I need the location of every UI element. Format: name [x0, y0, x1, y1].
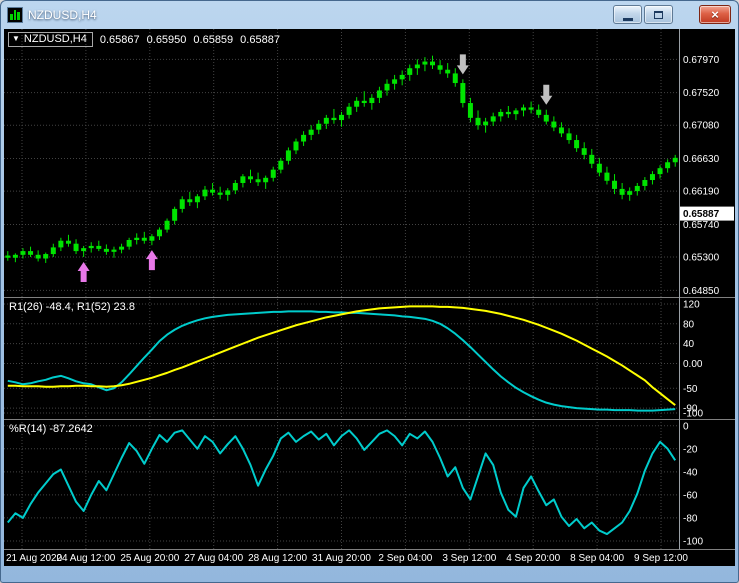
svg-text:-40: -40 [683, 467, 698, 478]
svg-text:0.65887: 0.65887 [683, 209, 720, 220]
minimize-icon [622, 17, 633, 21]
svg-text:0.66190: 0.66190 [683, 187, 720, 198]
price-chart-canvas[interactable]: 0.67970 0.67520 0.67080 0.66630 0.66190 0.657… [4, 29, 735, 566]
svg-text:120: 120 [683, 299, 700, 310]
close-icon: × [711, 7, 719, 22]
svg-text:2 Sep 04:00: 2 Sep 04:00 [378, 553, 432, 564]
svg-text:-60: -60 [683, 490, 698, 501]
svg-text:-50: -50 [683, 384, 698, 395]
svg-text:0.65740: 0.65740 [683, 220, 720, 231]
svg-text:31 Aug 20:00: 31 Aug 20:00 [312, 553, 371, 564]
titlebar[interactable]: NZDUSD,H4 × [4, 1, 735, 29]
svg-text:80: 80 [683, 319, 695, 330]
svg-text:0.64850: 0.64850 [683, 286, 720, 297]
chevron-down-icon: ▼ [12, 34, 20, 43]
svg-text:9 Sep 12:00: 9 Sep 12:00 [634, 553, 688, 564]
svg-text:24 Aug 12:00: 24 Aug 12:00 [56, 553, 115, 564]
minimize-button[interactable] [613, 5, 642, 24]
chart-window-icon[interactable] [7, 7, 23, 23]
svg-text:25 Aug 20:00: 25 Aug 20:00 [120, 553, 179, 564]
restore-button[interactable] [644, 5, 673, 24]
svg-text:-80: -80 [683, 513, 698, 524]
symbol-selector[interactable]: ▼ NZDUSD,H4 [8, 32, 93, 47]
symbol-period-label: NZDUSD,H4 [23, 33, 87, 45]
svg-text:0: 0 [683, 421, 689, 432]
svg-text:28 Aug 12:00: 28 Aug 12:00 [248, 553, 307, 564]
restore-icon [654, 10, 663, 19]
svg-text:0.67520: 0.67520 [683, 88, 720, 99]
svg-text:4 Sep 20:00: 4 Sep 20:00 [506, 553, 560, 564]
svg-text:3 Sep 12:00: 3 Sep 12:00 [442, 553, 496, 564]
svg-text:0.67970: 0.67970 [683, 55, 720, 66]
svg-text:-100: -100 [683, 409, 703, 420]
svg-text:-100: -100 [683, 536, 703, 547]
window-bottom-frame [4, 566, 735, 582]
svg-text:21 Aug 2020: 21 Aug 2020 [6, 553, 63, 564]
svg-text:8 Sep 04:00: 8 Sep 04:00 [570, 553, 624, 564]
window-controls: × [611, 5, 731, 24]
svg-text:0.67080: 0.67080 [683, 121, 720, 132]
mt4-chart-window: NZDUSD,H4 × 0.67970 0.67520 0.67080 0.66630… [0, 0, 739, 583]
chart-area[interactable]: 0.67970 0.67520 0.67080 0.66630 0.66190 0.657… [4, 29, 735, 566]
close-button[interactable]: × [699, 5, 731, 24]
svg-text:0.65300: 0.65300 [683, 253, 720, 264]
svg-text:27 Aug 04:00: 27 Aug 04:00 [184, 553, 243, 564]
svg-text:0.00: 0.00 [683, 359, 703, 370]
svg-text:-20: -20 [683, 444, 698, 455]
svg-text:0.66630: 0.66630 [683, 154, 720, 165]
window-title: NZDUSD,H4 [28, 8, 97, 22]
svg-text:40: 40 [683, 339, 695, 350]
